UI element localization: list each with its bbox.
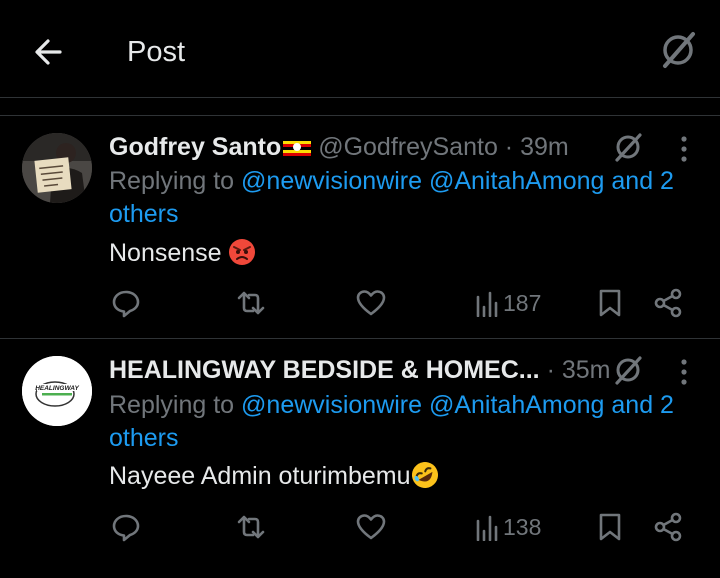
like-heart-icon[interactable] <box>355 287 387 319</box>
avatar-logo-text: HEALINGWAY <box>35 385 79 392</box>
back-arrow-icon[interactable] <box>30 32 70 72</box>
display-name[interactable]: HEALINGWAY BEDSIDE & HOMEC... <box>109 356 540 384</box>
replying-prefix: Replying to <box>109 391 242 419</box>
tweet-body: Nonsense <box>109 239 222 267</box>
share-icon[interactable] <box>652 287 684 319</box>
angry-face-icon <box>228 238 256 266</box>
tweet-header: HEALINGWAY BEDSIDE & HOMEC... · 35m <box>109 350 610 390</box>
tweet[interactable]: HEALINGWAY HEALINGWAY BEDSIDE & HOMEC...… <box>0 350 720 570</box>
tweet[interactable]: Godfrey Santo @GodfreySanto · 39m Replyi… <box>0 127 720 337</box>
share-icon[interactable] <box>652 511 684 543</box>
repost-icon[interactable] <box>235 511 267 543</box>
avatar[interactable] <box>22 133 92 203</box>
uganda-flag-icon <box>283 128 312 156</box>
rolling-laughing-face-icon <box>411 461 439 489</box>
replying-to: Replying to @newvisionwire @AnitahAmong … <box>109 389 709 455</box>
tweet-text: Nayeee Admin oturimbemu <box>109 460 439 493</box>
avatar[interactable]: HEALINGWAY <box>22 356 92 426</box>
more-options-icon[interactable] <box>676 132 692 166</box>
tweet-header: Godfrey Santo @GodfreySanto · 39m <box>109 127 569 167</box>
more-options-icon[interactable] <box>676 355 692 389</box>
top-bar: Post <box>0 0 720 100</box>
views-chart-icon <box>476 515 498 542</box>
replying-prefix: Replying to <box>109 167 242 195</box>
bookmark-icon[interactable] <box>594 511 626 543</box>
tweet-text: Nonsense <box>109 237 256 270</box>
like-heart-icon[interactable] <box>355 511 387 543</box>
reply-icon[interactable] <box>110 287 142 319</box>
grok-icon[interactable] <box>611 130 645 164</box>
user-handle[interactable]: @GodfreySanto <box>318 133 498 161</box>
page-title: Post <box>127 36 186 68</box>
replying-to: Replying to @newvisionwire @AnitahAmong … <box>109 165 709 231</box>
grok-icon[interactable] <box>656 28 700 72</box>
repost-icon[interactable] <box>235 287 267 319</box>
bookmark-icon[interactable] <box>594 287 626 319</box>
views-number: 187 <box>503 290 542 316</box>
views-count[interactable]: 187 <box>475 287 541 319</box>
timestamp[interactable]: · 39m <box>505 133 569 161</box>
tweet-body: Nayeee Admin oturimbemu <box>109 462 411 490</box>
views-number: 138 <box>503 514 542 540</box>
display-name[interactable]: Godfrey Santo <box>109 133 281 161</box>
grok-icon[interactable] <box>611 353 645 387</box>
views-chart-icon <box>476 291 498 318</box>
reply-icon[interactable] <box>110 511 142 543</box>
divider <box>0 338 720 339</box>
divider <box>0 97 720 98</box>
timestamp[interactable]: · 35m <box>547 356 611 384</box>
divider <box>0 115 720 116</box>
views-count[interactable]: 138 <box>475 511 541 543</box>
